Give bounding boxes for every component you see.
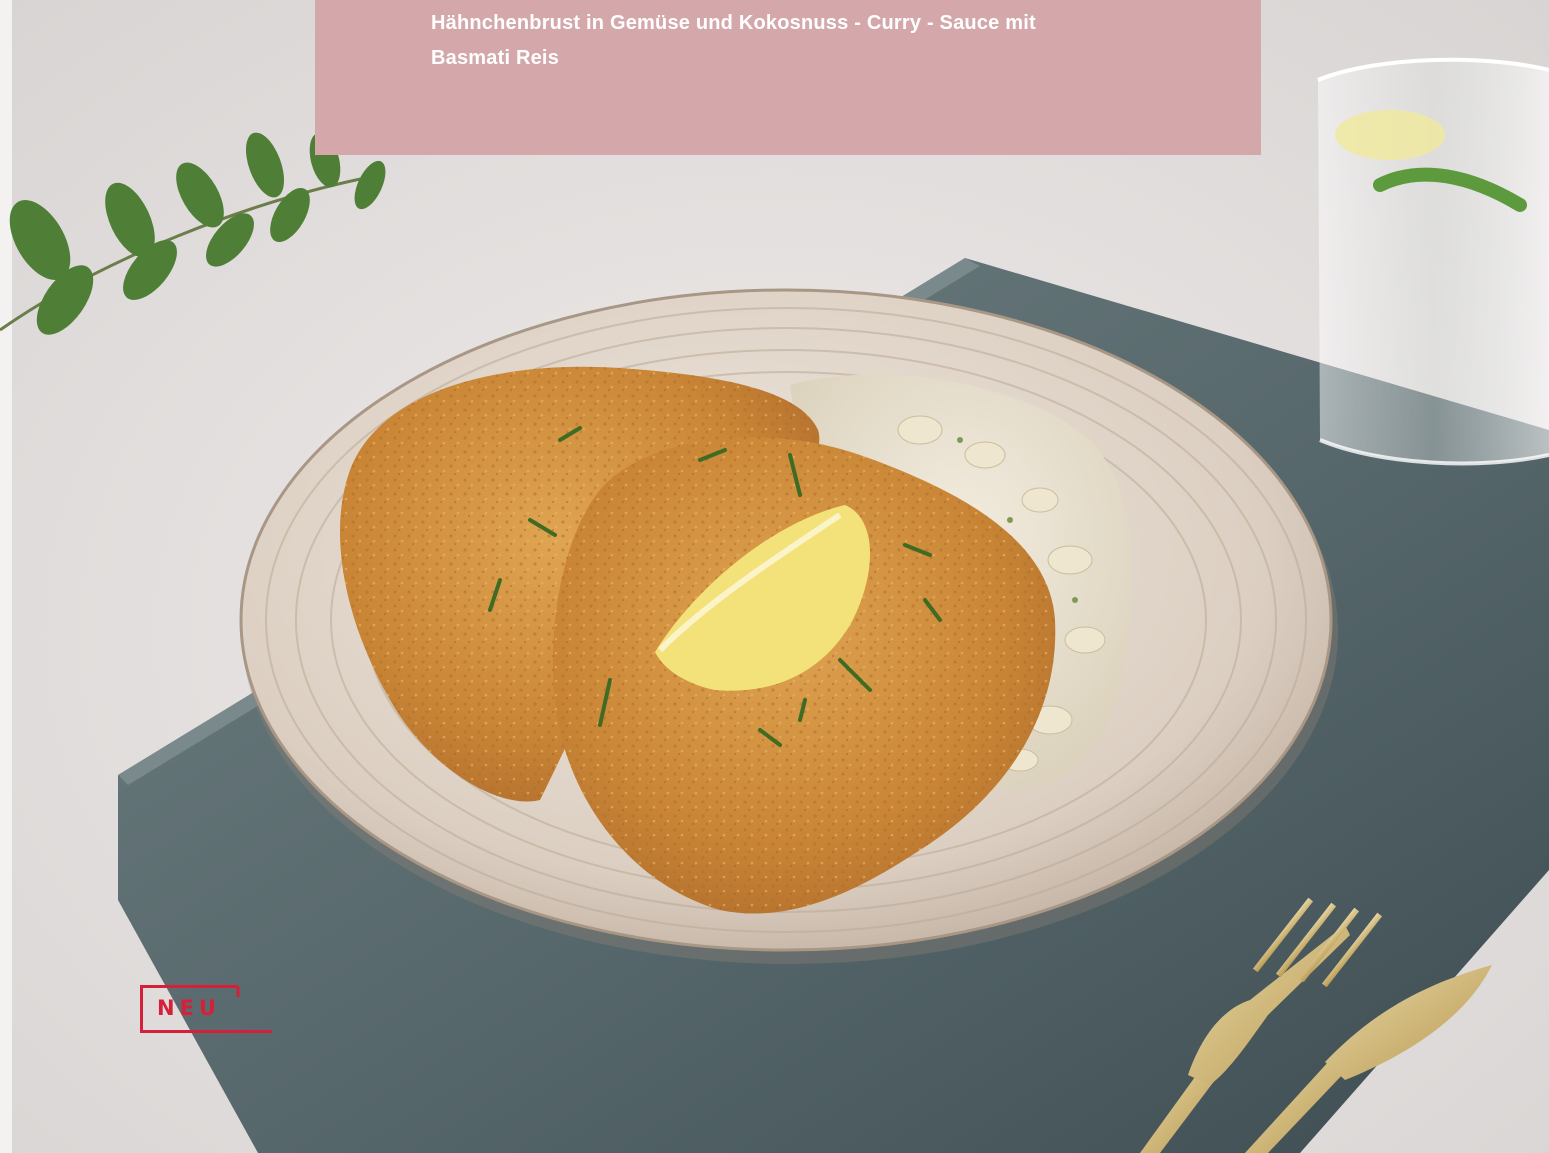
new-badge-label: NEU: [157, 996, 221, 1020]
schnitzel-plate-photo: [0, 0, 1549, 1153]
new-badge: NEU: [140, 985, 273, 1033]
caption-line-2: Basmati Reis: [431, 47, 560, 69]
caption-line-1: Hähnchenbrust in Gemüse und Kokosnuss - …: [431, 12, 1036, 34]
water-glass: [1317, 57, 1549, 466]
dish-caption: Hähnchenbrust in Gemüse und Kokosnuss - …: [315, 0, 1261, 155]
food-photo: [0, 0, 1549, 1153]
